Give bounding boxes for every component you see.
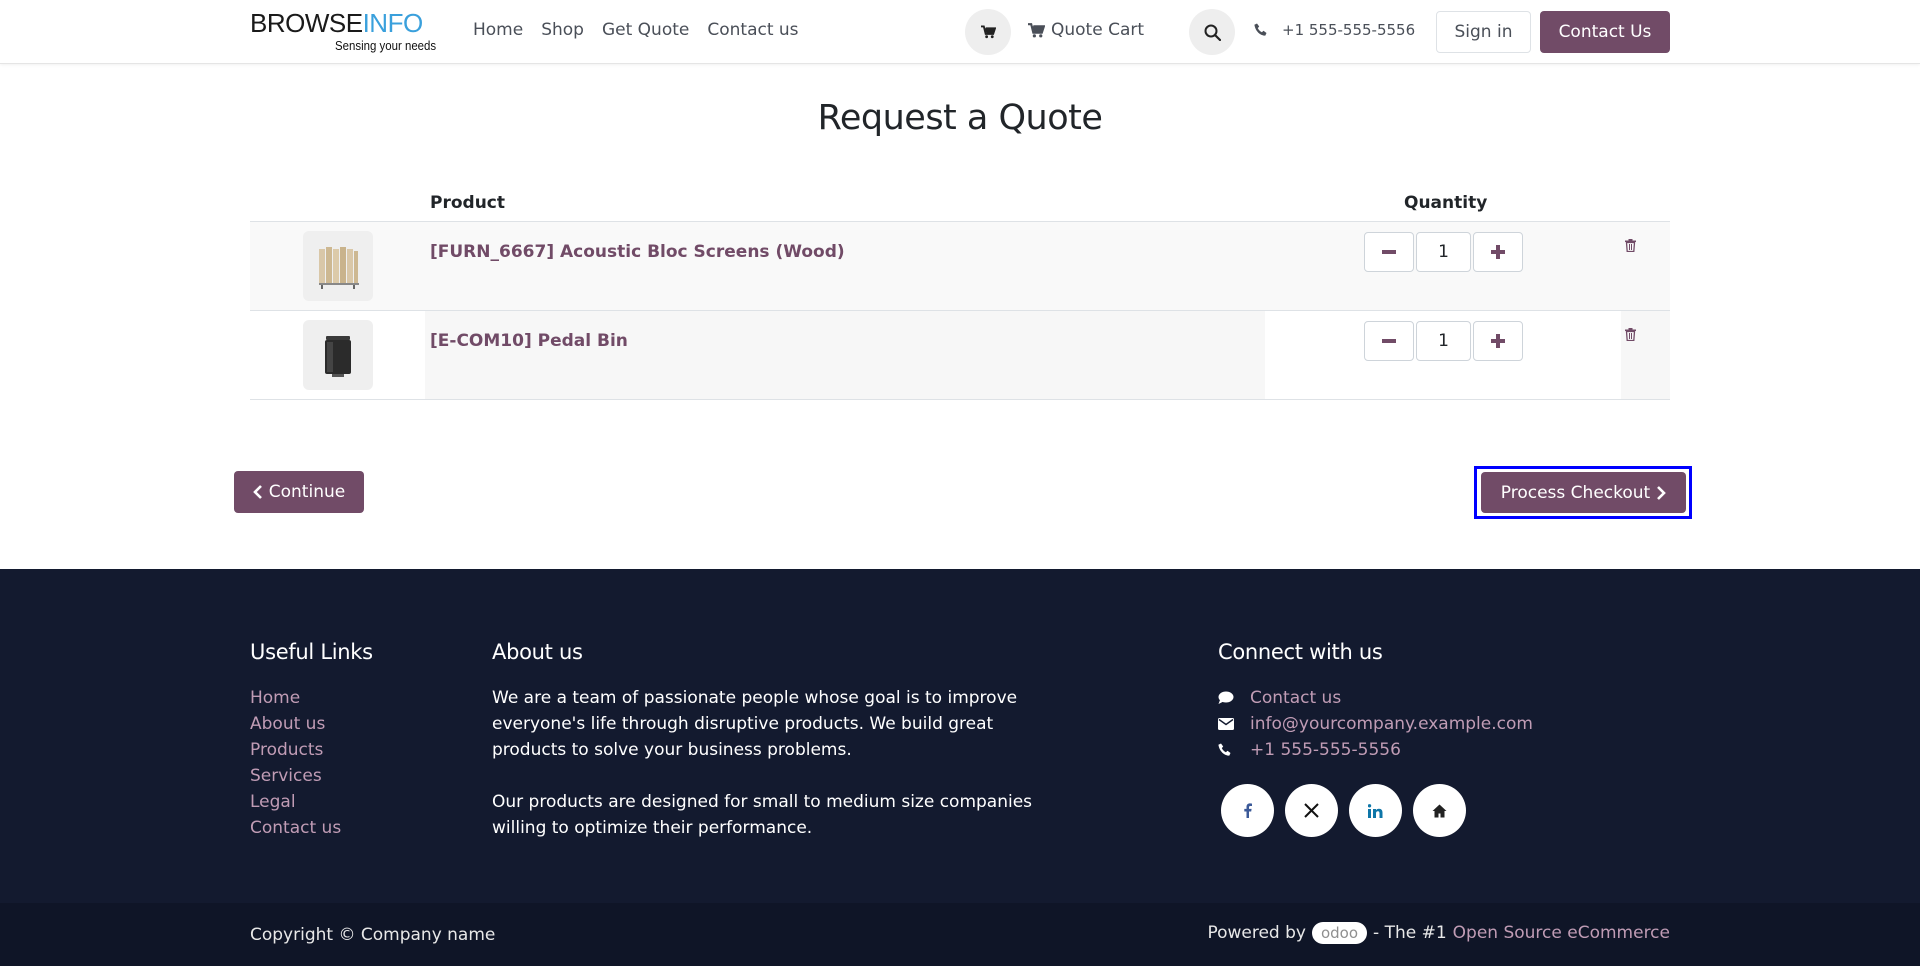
odoo-logo[interactable]: odoo (1311, 922, 1368, 944)
cart-icon (1028, 22, 1045, 37)
page-title: Request a Quote (817, 98, 1103, 138)
header-phone-number: +1 555-555-5556 (1282, 21, 1416, 39)
footer-link-products[interactable]: Products (250, 737, 341, 763)
increase-quantity-button[interactable] (1473, 321, 1523, 361)
search-icon (1204, 24, 1221, 41)
process-checkout-label: Process Checkout (1500, 482, 1651, 503)
browseinfo-logo[interactable]: BROWSEINFO Sensing your needs (250, 8, 440, 58)
chevron-right-icon (1657, 485, 1667, 500)
linkedin-button[interactable] (1349, 784, 1402, 837)
chevron-left-icon (252, 485, 262, 499)
useful-links-heading: Useful Links (250, 640, 373, 664)
minus-icon (1382, 339, 1396, 343)
footer-link-about-us[interactable]: About us (250, 711, 341, 737)
continue-button[interactable]: Continue (234, 471, 364, 513)
logo-wordmark: BROWSEINFO (250, 8, 423, 38)
footer-link-legal[interactable]: Legal (250, 789, 341, 815)
site-footer: Useful Links Home About us Products Serv… (0, 569, 1920, 903)
about-us-heading: About us (492, 640, 583, 664)
column-header-product: Product (430, 193, 505, 213)
wooden-screen-icon (319, 247, 359, 289)
quote-table: Product Quantity [FURN_6667] Acoustic Bl… (250, 190, 1670, 400)
x-twitter-button[interactable] (1285, 784, 1338, 837)
about-paragraph: We are a team of passionate people whose… (492, 688, 1018, 760)
row-cell-shade (1621, 311, 1670, 399)
powered-by: Powered by odoo - The #1 Open Source eCo… (1207, 922, 1670, 944)
logo-tagline: Sensing your needs (335, 38, 437, 53)
nav-home[interactable]: Home (473, 20, 523, 40)
trash-icon (1625, 239, 1636, 253)
open-source-ecommerce-link[interactable]: Open Source eCommerce (1453, 923, 1670, 943)
trash-icon (1625, 328, 1636, 342)
search-button[interactable] (1189, 9, 1235, 55)
plus-icon (1491, 245, 1505, 259)
footer-bottom-bar: Copyright © Company name Powered by odoo… (0, 903, 1920, 966)
facebook-button[interactable] (1221, 784, 1274, 837)
minus-icon (1382, 250, 1396, 254)
nav-shop[interactable]: Shop (541, 20, 584, 40)
increase-quantity-button[interactable] (1473, 232, 1523, 272)
decrease-quantity-button[interactable] (1364, 321, 1414, 361)
facebook-icon (1244, 803, 1252, 818)
product-link[interactable]: [E-COM10] Pedal Bin (430, 331, 628, 351)
cart-button[interactable] (965, 9, 1011, 55)
cart-icon (980, 25, 996, 39)
footer-link-services[interactable]: Services (250, 763, 341, 789)
footer-link-contact-us[interactable]: Contact us (250, 815, 341, 841)
table-header: Product Quantity (250, 190, 1670, 222)
phone-icon (1254, 23, 1267, 36)
website-button[interactable] (1413, 784, 1466, 837)
nav-get-quote[interactable]: Get Quote (602, 20, 689, 40)
quantity-input[interactable]: 1 (1416, 232, 1471, 272)
row-cell-shade (425, 311, 1265, 399)
nav-contact-us[interactable]: Contact us (707, 20, 798, 40)
about-paragraph: Our products are designed for small to m… (492, 792, 1033, 838)
footer-link-home[interactable]: Home (250, 685, 341, 711)
plus-icon (1491, 334, 1505, 348)
table-row: [FURN_6667] Acoustic Bloc Screens (Wood)… (250, 222, 1670, 311)
main-nav: Home Shop Get Quote Contact us (473, 20, 817, 40)
connect-heading: Connect with us (1218, 640, 1383, 664)
useful-links-list: Home About us Products Services Legal Co… (250, 685, 341, 841)
remove-item-button[interactable] (1625, 237, 1636, 256)
quantity-stepper: 1 (1364, 321, 1523, 361)
comment-icon (1218, 691, 1234, 704)
x-icon (1304, 803, 1319, 818)
product-thumbnail[interactable] (303, 231, 373, 301)
envelope-icon (1218, 718, 1234, 730)
column-header-quantity: Quantity (1404, 193, 1488, 213)
copyright-text: Copyright © Company name (250, 925, 496, 945)
linkedin-icon (1368, 803, 1383, 818)
site-header: BROWSEINFO Sensing your needs Home Shop … (0, 0, 1920, 64)
sign-in-button[interactable]: Sign in (1436, 11, 1531, 53)
quote-cart-label: Quote Cart (1051, 20, 1145, 40)
phone-icon (1218, 743, 1231, 756)
quantity-stepper: 1 (1364, 232, 1523, 272)
social-links (1221, 784, 1466, 837)
connect-list: Contact us info@yourcompany.example.com … (1218, 685, 1533, 763)
quantity-input[interactable]: 1 (1416, 321, 1471, 361)
footer-email-link[interactable]: info@yourcompany.example.com (1218, 711, 1533, 737)
product-thumbnail[interactable] (303, 320, 373, 390)
product-link[interactable]: [FURN_6667] Acoustic Bloc Screens (Wood) (430, 242, 845, 262)
decrease-quantity-button[interactable] (1364, 232, 1414, 272)
footer-contact-link[interactable]: Contact us (1218, 685, 1533, 711)
quote-cart-link[interactable]: Quote Cart (1028, 20, 1144, 40)
process-checkout-button[interactable]: Process Checkout (1481, 472, 1686, 513)
contact-us-button[interactable]: Contact Us (1540, 11, 1670, 53)
home-icon (1432, 804, 1447, 817)
header-phone[interactable]: +1 555-555-5556 (1254, 21, 1415, 39)
about-us-text: We are a team of passionate people whose… (492, 685, 1072, 841)
table-row: [E-COM10] Pedal Bin 1 (250, 311, 1670, 400)
pedal-bin-icon (325, 336, 351, 377)
footer-phone-link[interactable]: +1 555-555-5556 (1218, 737, 1533, 763)
continue-label: Continue (268, 482, 346, 502)
remove-item-button[interactable] (1625, 326, 1636, 345)
